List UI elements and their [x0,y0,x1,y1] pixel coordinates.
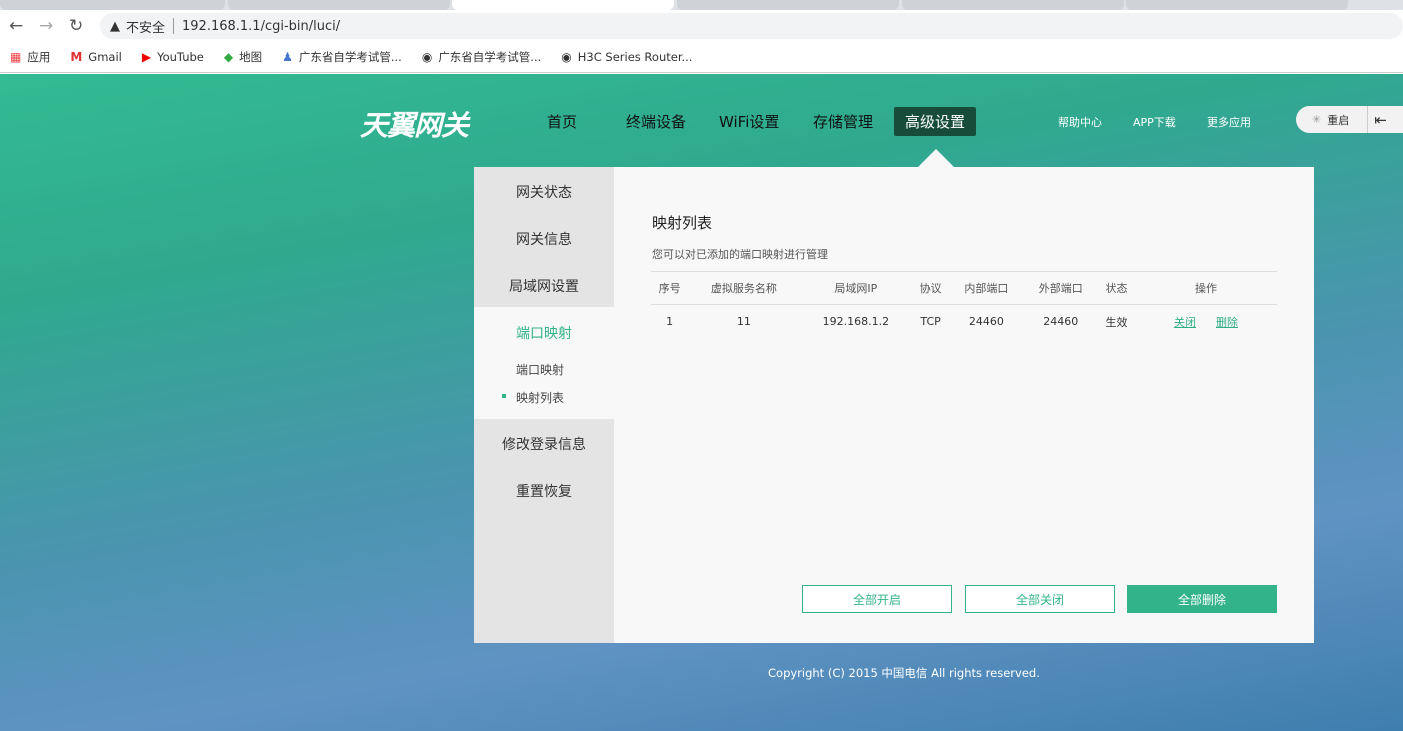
browser-tab[interactable] [902,0,1124,10]
col-outer-port: 外部端口 [1023,271,1098,305]
bookmark-label: 广东省自学考试管... [438,50,542,64]
bookmark-h3c[interactable]: ◉ H3C Series Router... [561,50,692,64]
help-link[interactable]: 帮助中心 [1058,114,1102,130]
enable-all-button[interactable]: 全部开启 [802,585,952,613]
bookmark-gmail[interactable]: M Gmail [70,50,122,64]
close-link[interactable]: 关闭 [1174,316,1196,329]
divider [1367,106,1369,133]
forward-icon[interactable]: → [39,16,53,36]
page-description: 您可以对已添加的端口映射进行管理 [652,248,828,261]
apps-grid-icon: ▦ [10,50,22,64]
sidebar-item-login-info[interactable]: 修改登录信息 [474,434,614,454]
sidebar: 网关状态 网关信息 局域网设置 端口映射 端口映射 映射列表 修改登录信息 重置… [474,167,614,643]
table-header: 序号 虚拟服务名称 局域网IP 协议 内部端口 外部端口 状态 操作 [651,271,1277,305]
security-label[interactable]: 不安全 [126,17,165,36]
url-bar[interactable]: ▲ 不安全 192.168.1.1/cgi-bin/luci/ [100,13,1403,39]
sidebar-sub-mapping-list[interactable]: 映射列表 [516,389,564,406]
bookmark-youtube[interactable]: ▶ YouTube [142,50,204,64]
warning-icon: ▲ [110,18,120,34]
cell-outer-port: 24460 [1043,315,1079,329]
page-title: 映射列表 [652,214,713,232]
youtube-icon: ▶ [141,50,152,64]
active-bullet-icon [502,394,506,398]
col-no: 序号 [651,271,689,305]
cell-actions: 关闭 删除 [1135,305,1277,339]
menu-wifi[interactable]: WiFi设置 [708,107,790,136]
cell-inner-port: 24460 [968,315,1004,329]
menu-pointer [918,149,954,167]
sidebar-item-port-mapping[interactable]: 端口映射 [474,323,614,343]
bookmark-label: Gmail [88,50,122,64]
col-name: 虚拟服务名称 [688,271,800,305]
bookmarks-bar: ▦ 应用 M Gmail ▶ YouTube ◆ 地图 ♟ 广东省自学考试管... ◉ 广东… [0,42,1403,73]
menu-advanced[interactable]: 高级设置 [894,107,977,136]
router-page: 天翼网关 首页 终端设备 WiFi设置 存储管理 高级设置 帮助中心 APP下载… [0,74,1403,731]
gmail-icon: M [70,50,83,64]
url-text[interactable]: 192.168.1.1/cgi-bin/luci/ [182,19,340,34]
sidebar-item-lan[interactable]: 局域网设置 [474,276,614,296]
bookmark-label: YouTube [157,50,204,64]
sidebar-item-reset[interactable]: 重置恢复 [474,481,614,501]
globe-icon: ◉ [421,50,433,64]
cell-ip: 192.168.1.2 [822,315,890,329]
menu-home[interactable]: 首页 [536,107,588,136]
tab-strip [0,0,1403,10]
person-icon: ♟ [282,50,293,64]
sidebar-item-gateway-info[interactable]: 网关信息 [474,229,614,249]
more-apps-link[interactable]: 更多应用 [1207,114,1251,130]
delete-link[interactable]: 删除 [1216,316,1238,329]
restart-label: 重启 [1327,113,1350,127]
browser-tab[interactable] [1126,0,1348,10]
cell-protocol: TCP [920,315,941,329]
disable-all-button[interactable]: 全部关闭 [965,585,1115,613]
bookmark-label: 应用 [27,50,51,64]
copyright: Copyright (C) 2015 中国电信 All rights reser… [768,666,1040,680]
bookmark-maps[interactable]: ◆ 地图 [224,49,262,65]
bookmark-exam-1[interactable]: ♟ 广东省自学考试管... [282,49,402,65]
reload-icon[interactable]: ↻ [69,16,83,36]
maps-icon: ◆ [223,50,234,64]
content-panel: 网关状态 网关信息 局域网设置 端口映射 端口映射 映射列表 修改登录信息 重置… [474,167,1314,643]
sidebar-section-port-mapping: 端口映射 端口映射 映射列表 [474,307,614,419]
browser-tab-active[interactable] [452,0,674,10]
bookmark-label: 地图 [239,50,263,64]
bookmark-apps[interactable]: ▦ 应用 [10,49,50,65]
browser-tab[interactable] [677,0,899,10]
globe-icon: ◉ [561,50,572,64]
browser-tab[interactable] [228,0,450,10]
logo[interactable]: 天翼网关 [360,104,469,144]
address-bar-row: ← → ↻ ▲ 不安全 192.168.1.1/cgi-bin/luci/ [0,10,1403,42]
restart-button[interactable]: ✳ 重启 ⇤ [1296,106,1403,133]
spinner-icon: ✳ [1312,113,1322,126]
col-protocol: 协议 [912,271,950,305]
bookmark-exam-2[interactable]: ◉ 广东省自学考试管... [422,49,541,65]
delete-all-button[interactable]: 全部删除 [1127,585,1277,613]
menu-storage[interactable]: 存储管理 [802,107,884,136]
cell-status: 生效 [1105,315,1128,329]
mapping-table: 序号 虚拟服务名称 局域网IP 协议 内部端口 外部端口 状态 操作 1 11 … [651,271,1277,339]
bookmark-label: H3C Series Router... [577,50,693,64]
col-ip: 局域网IP [799,271,913,305]
table-row: 1 11 192.168.1.2 TCP 24460 24460 生效 关闭 删除 [651,305,1277,339]
menu-devices[interactable]: 终端设备 [615,107,697,136]
app-download-link[interactable]: APP下载 [1133,114,1176,130]
sidebar-item-gateway-status[interactable]: 网关状态 [474,182,614,202]
bookmark-label: 广东省自学考试管... [298,50,402,64]
col-actions: 操作 [1135,271,1277,305]
cell-no: 1 [666,315,674,329]
col-status: 状态 [1097,271,1136,305]
col-inner-port: 内部端口 [949,271,1024,305]
logout-icon[interactable]: ⇤ [1374,111,1387,129]
browser-tab[interactable] [0,0,225,10]
cell-name: 11 [736,315,751,329]
sidebar-sub-port-mapping[interactable]: 端口映射 [516,361,564,378]
back-icon[interactable]: ← [9,16,23,36]
divider [173,18,175,34]
